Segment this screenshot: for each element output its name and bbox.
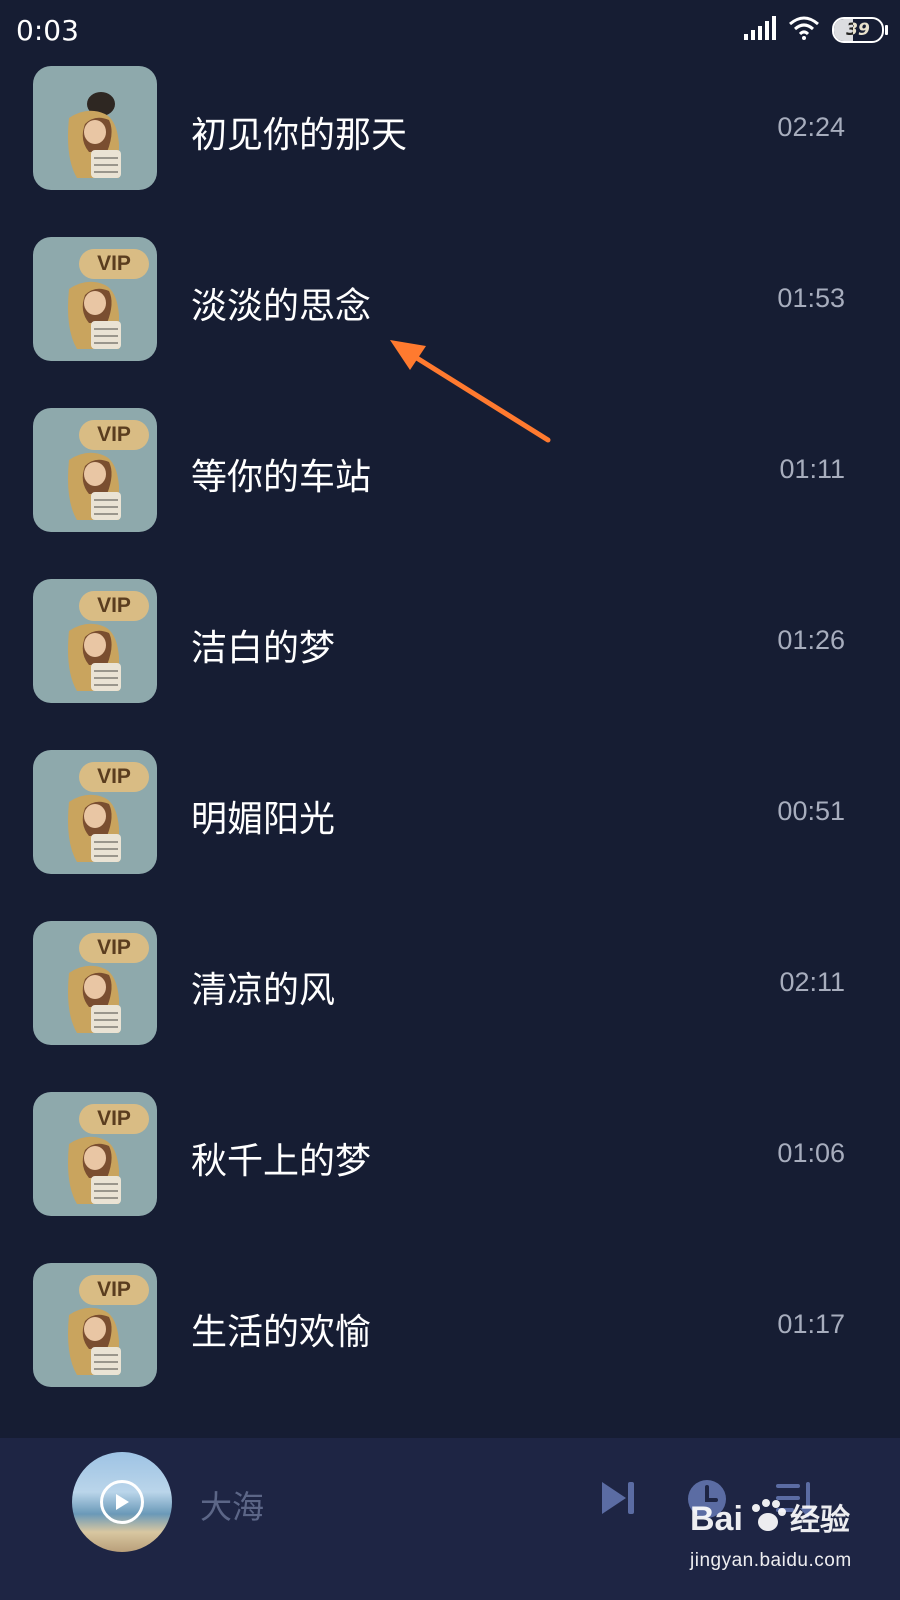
- album-cover: VIP: [33, 1092, 157, 1216]
- player-bar: 大海 Bai 经验 jingyan.baidu.com: [0, 1438, 900, 1600]
- song-row[interactable]: 初见你的那天 02:24: [0, 64, 900, 190]
- song-duration: 01:17: [777, 1309, 845, 1339]
- album-cover: VIP: [33, 579, 157, 703]
- album-cover: VIP: [33, 750, 157, 874]
- next-track-icon[interactable]: [598, 1478, 638, 1522]
- song-title: 淡淡的思念: [191, 286, 372, 327]
- wifi-icon: [788, 16, 820, 44]
- vip-badge: VIP: [79, 249, 149, 279]
- annotation-arrow-icon: [390, 340, 551, 443]
- song-duration: 02:11: [779, 967, 845, 997]
- song-title: 洁白的梦: [191, 628, 336, 669]
- battery-icon: 39: [832, 17, 888, 43]
- song-duration: 01:06: [777, 1138, 845, 1168]
- song-title: 等你的车站: [191, 457, 372, 498]
- song-title: 清凉的风: [191, 970, 336, 1011]
- song-title: 明媚阳光: [191, 799, 336, 840]
- vip-badge: VIP: [79, 1275, 149, 1305]
- baidu-logo-icon: Bai 经验: [690, 1499, 850, 1538]
- watermark-url: jingyan.baidu.com: [690, 1550, 852, 1571]
- album-cover: VIP: [33, 921, 157, 1045]
- song-title: 初见你的那天: [191, 115, 408, 156]
- baidu-jingyan-watermark: Bai 经验 jingyan.baidu.com: [690, 1492, 890, 1592]
- status-icons: 39: [744, 16, 888, 44]
- status-bar: 0:03 39: [0, 0, 900, 60]
- song-row[interactable]: VIP 明媚阳光 00:51: [0, 748, 900, 874]
- vip-badge: VIP: [79, 420, 149, 450]
- song-title: 生活的欢愉: [191, 1312, 372, 1353]
- signal-icon: [744, 16, 776, 44]
- vip-badge: VIP: [79, 762, 149, 792]
- status-time: 0:03: [16, 14, 79, 47]
- song-duration: 01:26: [777, 625, 845, 655]
- song-duration: 02:24: [777, 112, 845, 142]
- album-cover: [33, 66, 157, 190]
- svg-text:经验: 经验: [790, 1503, 850, 1538]
- now-playing-cover[interactable]: [72, 1452, 172, 1552]
- album-illustration-icon: [68, 92, 121, 178]
- song-title: 秋千上的梦: [191, 1141, 372, 1182]
- song-row[interactable]: VIP 清凉的风 02:11: [0, 919, 900, 1045]
- album-cover: VIP: [33, 1263, 157, 1387]
- battery-level: 39: [846, 20, 870, 40]
- song-duration: 00:51: [777, 796, 845, 826]
- song-row[interactable]: VIP 洁白的梦 01:26: [0, 577, 900, 703]
- vip-badge: VIP: [79, 933, 149, 963]
- vip-badge: VIP: [79, 591, 149, 621]
- song-duration: 01:53: [777, 283, 845, 313]
- play-icon[interactable]: [100, 1480, 144, 1524]
- vip-badge: VIP: [79, 1104, 149, 1134]
- song-row[interactable]: VIP 秋千上的梦 01:06: [0, 1090, 900, 1216]
- song-duration: 01:11: [779, 454, 845, 484]
- svg-text:Bai: Bai: [690, 1500, 743, 1538]
- album-cover: VIP: [33, 408, 157, 532]
- album-cover: VIP: [33, 237, 157, 361]
- song-row[interactable]: VIP 生活的欢愉 01:17: [0, 1261, 900, 1387]
- now-playing-title: 大海: [200, 1488, 265, 1526]
